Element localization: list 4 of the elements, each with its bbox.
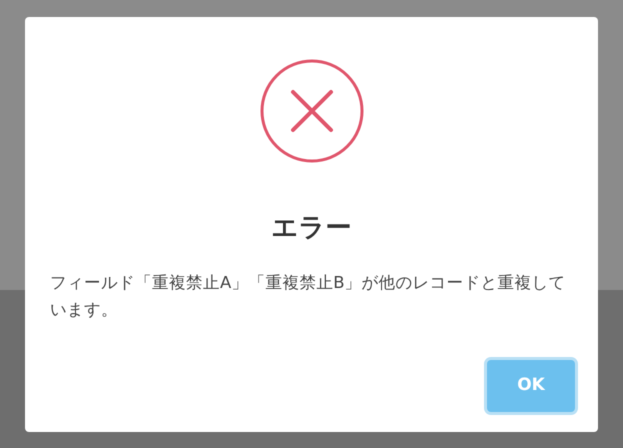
ok-button[interactable]: OK [487, 360, 575, 412]
error-icon [260, 59, 364, 163]
error-message: フィールド「重複禁止A」「重複禁止B」が他のレコードと重複しています。 [49, 272, 567, 321]
dialog-title: エラー [272, 215, 352, 241]
